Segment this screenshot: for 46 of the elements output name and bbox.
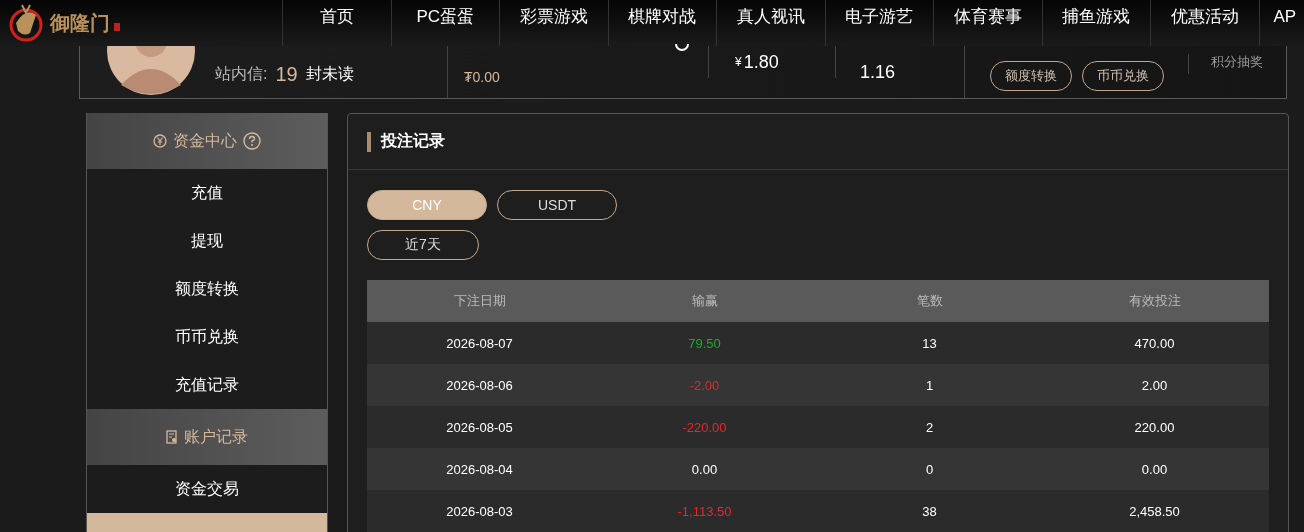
unread-label: 封未读: [305, 63, 354, 84]
column-header: 有效投注: [1127, 292, 1182, 310]
table-cell-text: 2,458.50: [1128, 503, 1181, 519]
table-cell-text: 2026-08-04: [445, 461, 514, 477]
table-cell-text: 220.00: [1133, 419, 1176, 435]
table-cell-text: 79.50: [687, 335, 722, 351]
points-value: 1.16: [860, 61, 896, 83]
table-cell-text: 470.00: [1133, 335, 1176, 351]
document-icon: [166, 430, 178, 444]
table-cell-text: 0.00: [1140, 461, 1169, 477]
cny-balance: 1.80: [743, 51, 779, 73]
sidebar-item[interactable]: 资金交易: [87, 465, 327, 513]
sidebar-item[interactable]: 提现: [87, 217, 327, 265]
mail-label: 站内信:: [215, 63, 268, 84]
table-cell-text: 1: [924, 377, 935, 393]
coin-icon: [153, 134, 167, 148]
sidebar-item[interactable]: 额度转换: [87, 265, 327, 313]
table-cell-text: 2026-08-05: [445, 419, 514, 435]
table-cell-text: -1,113.50: [676, 503, 733, 519]
table-cell-text: 13: [921, 335, 938, 351]
sidebar-item[interactable]: 币币兑换: [87, 313, 327, 361]
sidebar-title: 账户记录: [184, 426, 248, 447]
sidebar-title: 资金中心: [173, 130, 237, 151]
lottery-link[interactable]: 积分抽奖: [1211, 53, 1263, 71]
sidebar-item[interactable]: 充值记录: [87, 361, 327, 409]
table-cell-text: 2026-08-06: [445, 377, 514, 393]
table-cell-text: 2026-08-07: [445, 335, 514, 351]
table-cell-text: -2.00: [688, 377, 721, 393]
usdt-balance: ₮0.00: [464, 69, 500, 85]
table-cell-text: 0: [924, 461, 935, 477]
help-icon[interactable]: [243, 132, 261, 150]
table-cell-text: -220.00: [681, 419, 728, 435]
column-header: 笔数: [915, 292, 944, 310]
sidebar-item[interactable]: 充值: [87, 169, 327, 217]
table-cell-text: 2.00: [1140, 377, 1169, 393]
currency-symbol: ¥: [735, 55, 742, 69]
table-cell-text: 2: [924, 419, 935, 435]
column-header: 下注日期: [452, 292, 507, 310]
table-cell-text: 0.00: [690, 461, 719, 477]
unread-count: 19: [275, 62, 298, 86]
seal-icon: [114, 23, 120, 31]
panel-title: 投注记录: [381, 131, 445, 151]
column-header: 输赢: [690, 292, 719, 310]
table-cell-text: 2026-08-03: [445, 503, 514, 519]
logo-text: 御隆门: [50, 10, 110, 36]
table-cell-text: 38: [921, 503, 938, 519]
